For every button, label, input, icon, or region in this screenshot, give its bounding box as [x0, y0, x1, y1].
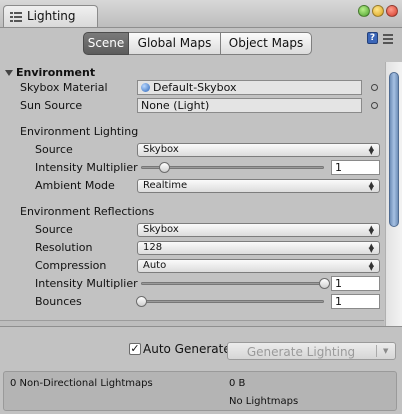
- skybox-material-field[interactable]: Default-Skybox: [137, 80, 362, 95]
- environment-section-header[interactable]: Environment: [0, 65, 384, 81]
- button-separator: [376, 345, 377, 357]
- slider-track: [141, 300, 324, 303]
- divider: [0, 326, 402, 327]
- lighting-intensity-row: Intensity Multiplier 1: [0, 160, 384, 176]
- lighting-intensity-slider[interactable]: [141, 160, 324, 174]
- slider-handle[interactable]: [158, 162, 170, 173]
- lighting-source-label: Source: [35, 143, 73, 156]
- skybox-material-row: Skybox Material Default-Skybox: [0, 80, 384, 96]
- compression-value: Auto: [143, 260, 167, 271]
- compression-label: Compression: [35, 259, 107, 272]
- lighting-source-row: Source Skybox ▲ ▼: [0, 142, 384, 158]
- dropdown-arrows-icon: ▲ ▼: [368, 242, 374, 254]
- help-icon[interactable]: ?: [367, 32, 378, 44]
- reflection-source-row: Source Skybox ▲ ▼: [0, 222, 384, 238]
- resolution-value: 128: [143, 242, 163, 253]
- bounces-slider[interactable]: [136, 294, 324, 308]
- dropdown-arrows-icon: ▲ ▼: [368, 144, 374, 156]
- generate-lighting-button[interactable]: Generate Lighting ▼: [227, 342, 396, 360]
- environment-reflections-title: Environment Reflections: [20, 205, 155, 218]
- resolution-dropdown[interactable]: 128 ▲ ▼: [137, 241, 380, 255]
- menu-icon[interactable]: [383, 32, 393, 44]
- bounces-label: Bounces: [35, 295, 82, 308]
- lighting-source-value: Skybox: [143, 144, 179, 155]
- environment-reflections-header: Environment Reflections: [0, 204, 384, 220]
- reflection-intensity-label: Intensity Multiplier: [35, 277, 138, 290]
- skybox-material-label: Skybox Material: [20, 81, 108, 94]
- generate-lighting-label: Generate Lighting: [246, 345, 356, 359]
- zoom-window-button[interactable]: [358, 5, 370, 17]
- window-tab-strip: Lighting: [0, 0, 402, 28]
- lightmaps-size: 0 B: [229, 378, 246, 389]
- slider-handle[interactable]: [319, 278, 330, 289]
- reflection-source-value: Skybox: [143, 224, 179, 235]
- tab-object-maps[interactable]: Object Maps: [221, 32, 312, 55]
- environment-lighting-header: Environment Lighting: [0, 124, 384, 140]
- foldout-arrow-icon[interactable]: [5, 70, 13, 76]
- sun-source-label: Sun Source: [20, 99, 83, 112]
- compression-row: Compression Auto ▲ ▼: [0, 258, 384, 274]
- vertical-scrollbar[interactable]: [385, 62, 402, 326]
- bounces-row: Bounces 1: [0, 294, 384, 310]
- lightmaps-status: No Lightmaps: [229, 396, 299, 407]
- reflection-source-label: Source: [35, 223, 73, 236]
- sun-source-row: Sun Source None (Light): [0, 98, 384, 114]
- slider-handle[interactable]: [136, 296, 147, 307]
- lighting-intensity-label: Intensity Multiplier: [35, 161, 138, 174]
- dropdown-arrows-icon: ▲ ▼: [368, 180, 374, 192]
- auto-generate-checkbox[interactable]: ✓: [129, 343, 141, 355]
- lighting-tab[interactable]: Lighting: [3, 5, 98, 27]
- tab-scene[interactable]: Scene: [83, 32, 129, 55]
- dropdown-arrows-icon: ▲ ▼: [368, 260, 374, 272]
- lighting-intensity-input[interactable]: 1: [331, 160, 380, 175]
- ambient-mode-dropdown[interactable]: Realtime ▲ ▼: [137, 179, 380, 193]
- lighting-window: Lighting Scene Global Maps Object Maps ?…: [0, 0, 402, 414]
- tab-global-maps[interactable]: Global Maps: [129, 32, 221, 55]
- object-picker-icon[interactable]: [371, 84, 378, 91]
- tab-title: Lighting: [27, 9, 76, 23]
- reflection-intensity-slider[interactable]: [141, 276, 330, 290]
- compression-dropdown[interactable]: Auto ▲ ▼: [137, 259, 380, 273]
- lightmaps-count: 0 Non-Directional Lightmaps: [10, 378, 153, 389]
- lightbulb-list-icon: [10, 12, 22, 22]
- environment-lighting-title: Environment Lighting: [20, 125, 139, 138]
- scrollbar-thumb[interactable]: [389, 72, 399, 227]
- dropdown-arrow-icon[interactable]: ▼: [383, 347, 388, 355]
- lightmap-stats-box: 0 Non-Directional Lightmaps 0 B No Light…: [3, 371, 397, 411]
- ambient-mode-value: Realtime: [143, 180, 188, 191]
- dropdown-arrows-icon: ▲ ▼: [368, 224, 374, 236]
- reflection-source-dropdown[interactable]: Skybox ▲ ▼: [137, 223, 380, 237]
- slider-track: [141, 282, 324, 285]
- bounces-input[interactable]: 1: [331, 294, 380, 309]
- lighting-source-dropdown[interactable]: Skybox ▲ ▼: [137, 143, 380, 157]
- section-title-environment: Environment: [16, 66, 96, 79]
- resolution-row: Resolution 128 ▲ ▼: [0, 240, 384, 256]
- globe-icon: [141, 83, 150, 92]
- resolution-label: Resolution: [35, 241, 93, 254]
- reflection-intensity-input[interactable]: 1: [331, 276, 380, 291]
- minimize-window-button[interactable]: [372, 5, 384, 17]
- close-window-button[interactable]: [386, 5, 398, 17]
- skybox-material-value: Default-Skybox: [153, 81, 237, 94]
- ambient-mode-label: Ambient Mode: [35, 179, 115, 192]
- lighting-mode-tabs: Scene Global Maps Object Maps: [83, 32, 312, 55]
- object-picker-icon[interactable]: [371, 102, 378, 109]
- reflection-intensity-row: Intensity Multiplier 1: [0, 276, 384, 292]
- auto-generate-label: Auto Generate: [143, 342, 231, 356]
- lighting-settings-panel: Environment Skybox Material Default-Skyb…: [0, 62, 402, 326]
- ambient-mode-row: Ambient Mode Realtime ▲ ▼: [0, 178, 384, 194]
- sun-source-field[interactable]: None (Light): [137, 98, 362, 113]
